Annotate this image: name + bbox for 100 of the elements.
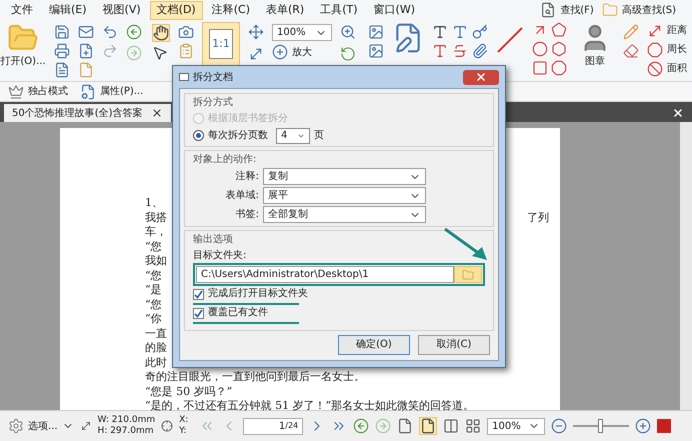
line-icon[interactable] [496,26,524,54]
zoom-select[interactable]: 100% [272,24,332,41]
zoom-select[interactable]: 100% [487,418,546,434]
text-box-icon[interactable] [432,24,448,40]
measure-button[interactable]: 周长 [647,41,687,58]
menu-item[interactable]: 表单(R) [258,0,312,20]
page-text-line: “是的，不过还有五分钟就 51 岁了！”那名女士如此微笑的回答道。 [145,399,474,414]
search-button[interactable]: 查找(F) [540,2,594,18]
folder-icon [602,2,618,18]
document-tab[interactable]: 50个恐怖推理故事(全)含答案 [4,104,171,122]
close-button[interactable] [463,70,499,84]
page-text-fragment: 了列 [527,211,549,226]
typewriter-icon[interactable] [452,24,468,40]
menu-item[interactable]: 视图(V) [96,0,148,20]
page-count-spinner[interactable]: 4 [276,128,310,144]
paperclip-icon[interactable] [472,43,488,59]
menu-item[interactable]: 窗口(W) [366,0,422,20]
text-field-icon[interactable] [432,43,448,59]
folder-path-field[interactable]: C:\Users\Administrator\Desktop\1 [196,266,454,283]
properties-button[interactable]: 属性(P)... [76,84,148,100]
print-icon[interactable] [54,43,70,59]
ok-button[interactable]: 确定(O) [338,335,410,355]
two-page-icon[interactable] [443,418,460,434]
zoom-slider[interactable] [573,419,630,433]
dropdown[interactable]: 复制 [263,168,426,185]
file-export-icon[interactable] [54,62,70,78]
octagon-icon[interactable] [551,60,567,76]
checkbox[interactable] [193,288,204,300]
mail-icon[interactable] [78,24,94,40]
menu-item[interactable]: 编辑(E) [42,0,94,20]
checkbox-label: 覆盖已有文件 [208,306,268,320]
save-icon[interactable] [54,24,70,40]
continuous-page-icon[interactable] [419,417,438,435]
page-number-field[interactable]: 1/24 [243,418,304,434]
fit-width-icon[interactable] [248,46,264,62]
menu-item[interactable]: 文件 [4,0,40,20]
hand-tool-icon[interactable] [152,24,170,42]
single-page-icon[interactable] [397,418,414,434]
key-icon[interactable] [472,24,488,40]
menu-item[interactable]: 注释(C) [204,0,257,20]
options-button[interactable]: 选项... [8,418,74,434]
document-gear-icon [80,84,96,100]
eraser-icon[interactable] [623,43,639,59]
zoom-in-icon[interactable] [635,418,652,434]
menu-item[interactable]: 文档(D) [150,0,203,20]
radio-label: 每次拆分页数 [208,128,268,142]
section-heading: 输出选项 [193,233,233,247]
zoom-icon[interactable] [340,24,356,40]
measure-button[interactable]: 面积 [647,60,687,77]
menu-item[interactable]: 工具(T) [313,0,365,20]
camera-icon[interactable] [178,24,194,40]
scan-icon[interactable] [78,43,94,59]
pdf-icon[interactable] [657,419,672,433]
rotate-icon[interactable] [340,46,356,62]
circle-icon[interactable] [532,41,548,57]
stamp-button[interactable]: 图章 [579,22,611,69]
page-height: H: 297.0mm [98,426,155,437]
rectangle-icon[interactable] [532,60,548,76]
grid-view-icon[interactable] [465,418,482,434]
undo-icon[interactable] [102,24,118,40]
fit-page-icon[interactable] [248,24,264,40]
dialog-title: 拆分文档 [193,70,233,84]
image-add-icon[interactable] [368,43,384,59]
folder-icon [462,268,474,280]
clipboard-icon[interactable] [178,43,194,59]
close-icon[interactable] [672,107,684,119]
image-icon[interactable] [368,24,384,40]
page-text-line: 1、 [145,196,163,210]
hexagon-icon[interactable] [551,41,567,57]
slider-thumb[interactable] [598,419,604,433]
actual-size-button[interactable]: 1:1 [202,22,240,66]
exclusive-mode-button[interactable]: 独占模式 [4,84,72,100]
back-icon[interactable] [126,24,142,40]
field-label: 表单域: [224,188,260,202]
strikethrough-icon[interactable] [452,43,468,59]
back-icon[interactable] [353,418,370,434]
radio-label: 根据顶层书签拆分 [208,112,288,126]
cancel-button[interactable]: 取消(C) [418,335,490,355]
field-label: 注释: [234,170,260,184]
polygon-icon[interactable] [551,22,567,38]
checkbox-label: 完成后打开目标文件夹 [208,287,308,301]
checkbox[interactable] [193,308,204,318]
page-text-line: 车， [145,225,167,240]
measure-button[interactable]: 距离 [647,22,687,39]
dropdown[interactable]: 全部复制 [263,206,426,223]
search-button[interactable]: 高级查找(S) [602,2,676,18]
select-text-icon[interactable] [152,45,168,61]
close-icon[interactable] [150,107,163,119]
y-coordinate: Y: [179,426,188,437]
zoom-out-icon[interactable] [551,418,568,434]
page-text-line: “您 [145,268,162,283]
page-text-line: “您 [145,240,162,254]
dropdown[interactable]: 展平 [263,187,426,204]
page-text-line: 一直 [145,326,167,341]
scrollbar[interactable] [680,122,692,410]
open-button[interactable]: 打开(O)... [0,22,46,69]
page-text-line: 此时 [145,356,167,370]
gear-icon [8,418,24,434]
zoom-in-button[interactable]: 放大 [272,44,332,60]
radio-button[interactable] [193,130,204,141]
